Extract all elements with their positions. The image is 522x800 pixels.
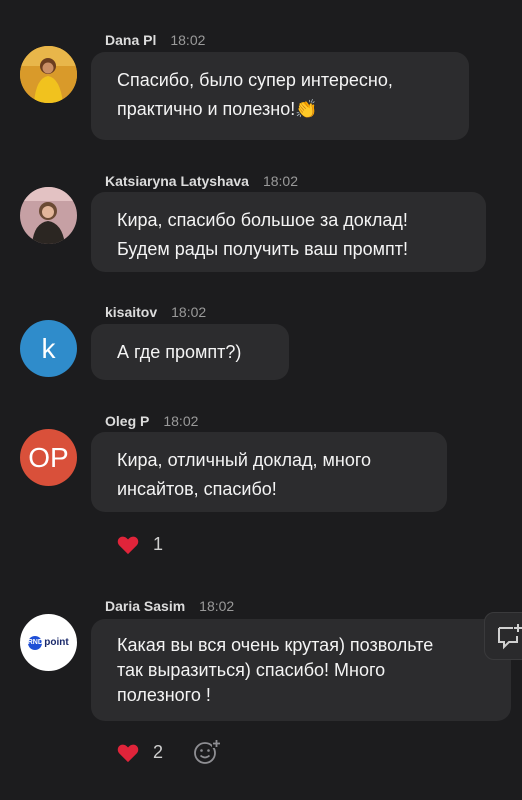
avatar-logo: RND point bbox=[28, 635, 69, 650]
message-time: 18:02 bbox=[262, 173, 299, 189]
message-meta: Katsiaryna Latyshava 18:02 bbox=[105, 173, 298, 189]
message-bubble[interactable]: Какая вы вся очень крутая) позвольте так… bbox=[91, 619, 511, 721]
avatar[interactable] bbox=[20, 46, 77, 103]
reaction-count: 2 bbox=[153, 742, 164, 762]
avatar-photo-icon bbox=[20, 46, 77, 103]
logo-badge: RND bbox=[28, 635, 43, 650]
message-line: полезного ! bbox=[117, 685, 211, 705]
avatar[interactable]: OP bbox=[20, 429, 77, 486]
avatar-initials: k bbox=[41, 332, 56, 364]
sender-name[interactable]: kisaitov bbox=[105, 304, 157, 320]
message-line: Спасибо, было супер интересно, bbox=[117, 70, 393, 90]
message-meta: Oleg P 18:02 bbox=[105, 413, 198, 429]
sender-name[interactable]: Katsiaryna Latyshava bbox=[105, 173, 249, 189]
avatar-photo-icon bbox=[20, 187, 77, 244]
heart-icon bbox=[117, 536, 139, 554]
message-line: Кира, спасибо большое за доклад! bbox=[117, 210, 408, 230]
message-bubble[interactable]: Кира, спасибо большое за доклад! Будем р… bbox=[91, 192, 486, 272]
message-meta: kisaitov 18:02 bbox=[105, 304, 206, 320]
message-line: инсайтов, спасибо! bbox=[117, 479, 277, 499]
reaction-chip[interactable]: 1 bbox=[117, 534, 163, 555]
message-time: 18:02 bbox=[163, 413, 199, 429]
avatar-initials: OP bbox=[28, 441, 69, 473]
comment-plus-icon bbox=[498, 624, 522, 650]
heart-icon bbox=[117, 744, 139, 762]
message-meta: Daria Sasim 18:02 bbox=[105, 598, 234, 614]
sender-name[interactable]: Daria Sasim bbox=[105, 598, 185, 614]
reaction-count: 1 bbox=[153, 534, 164, 554]
comment-plus-button[interactable] bbox=[484, 612, 522, 660]
avatar[interactable]: RND point bbox=[20, 614, 77, 671]
sender-name[interactable]: Dana Pl bbox=[105, 32, 156, 48]
message-time: 18:02 bbox=[199, 598, 235, 614]
message-bubble[interactable]: Кира, отличный доклад, много инсайтов, с… bbox=[91, 432, 447, 512]
message-line: практично и полезно!👏 bbox=[117, 99, 318, 119]
message-time: 18:02 bbox=[170, 32, 206, 48]
message-line: так выразиться) спасибо! Много bbox=[117, 660, 386, 680]
message-bubble[interactable]: Спасибо, было супер интересно, практично… bbox=[91, 52, 469, 140]
message-line: Какая вы вся очень крутая) позвольте bbox=[117, 635, 434, 655]
reaction-chip[interactable]: 2 bbox=[117, 742, 163, 763]
avatar[interactable] bbox=[20, 187, 77, 244]
avatar[interactable]: k bbox=[20, 320, 77, 377]
sender-name[interactable]: Oleg P bbox=[105, 413, 149, 429]
message-line: Будем рады получить ваш промпт! bbox=[117, 239, 409, 259]
logo-text: point bbox=[44, 637, 69, 648]
message-line: А где промпт?) bbox=[117, 342, 242, 362]
message-meta: Dana Pl 18:02 bbox=[105, 32, 205, 48]
message-line: Кира, отличный доклад, много bbox=[117, 450, 372, 470]
message-time: 18:02 bbox=[171, 304, 207, 320]
message-bubble[interactable]: А где промпт?) bbox=[91, 324, 289, 380]
smiley-plus-icon[interactable] bbox=[193, 738, 221, 766]
